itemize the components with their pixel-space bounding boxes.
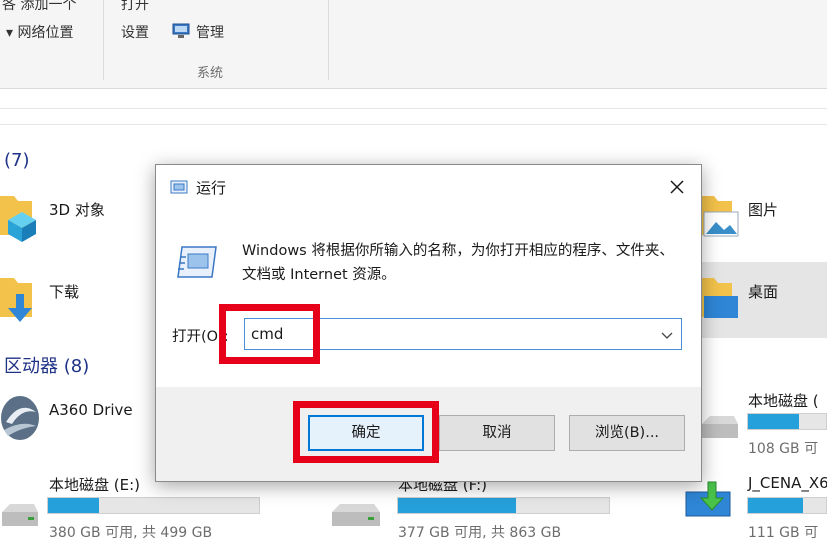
drive-c-info: 108 GB 可 xyxy=(748,441,819,457)
drive-f-usage-fill xyxy=(398,498,517,513)
drive-c-label[interactable]: 本地磁盘 ( xyxy=(748,390,819,411)
ribbon-manage[interactable]: 管理 xyxy=(196,22,224,42)
drive-f-info: 377 GB 可用, 共 863 GB xyxy=(398,525,562,541)
pictures-icon xyxy=(700,196,739,237)
3d-objects-icon xyxy=(0,196,36,242)
ribbon-network-location[interactable]: ▾ 网络位置 xyxy=(6,22,73,42)
folder-pictures[interactable]: 图片 xyxy=(748,199,778,220)
drive-f-usage-bar xyxy=(397,497,610,514)
drive-e-label[interactable]: 本地磁盘 (E:) xyxy=(49,474,140,495)
a360-drive-icon xyxy=(1,396,39,440)
section-folders-count[interactable]: (7) xyxy=(4,150,30,171)
dialog-title: 运行 xyxy=(196,179,227,197)
desktop-icon xyxy=(700,278,738,318)
browse-button[interactable]: 浏览(B)... xyxy=(569,415,685,451)
folder-downloads[interactable]: 下载 xyxy=(49,281,79,302)
drive-c-usage-bar xyxy=(747,413,827,430)
drive-e-usage-bar xyxy=(47,497,260,514)
dialog-description: Windows 将根据你所输入的名称，为你打开相应的程序、文件夹、文档或 Int… xyxy=(242,243,674,283)
drive-jcena-usage-fill xyxy=(748,498,803,513)
ribbon-add-network-cut[interactable]: 各 添加一个 xyxy=(2,0,76,14)
drive-jcena-label[interactable]: J_CENA_X6 xyxy=(748,474,827,492)
local-disk-icon xyxy=(702,416,738,438)
drive-c-usage-fill xyxy=(748,414,799,429)
cancel-button[interactable]: 取消 xyxy=(439,415,555,451)
local-disk-e-icon xyxy=(2,504,38,526)
ribbon-open-cut[interactable]: 打开 xyxy=(121,0,149,14)
computer-manage-icon xyxy=(172,23,190,38)
downloads-icon xyxy=(0,278,32,322)
ribbon-settings[interactable]: 设置 xyxy=(121,22,149,42)
folder-3d-objects[interactable]: 3D 对象 xyxy=(49,199,105,220)
chevron-down-icon[interactable] xyxy=(661,329,673,341)
drive-jcena-usage-bar xyxy=(747,497,827,514)
drive-a360[interactable]: A360 Drive xyxy=(49,401,133,419)
highlight-box-input xyxy=(219,304,320,364)
run-large-icon xyxy=(177,246,217,278)
drive-jcena-info: 111 GB 可 xyxy=(748,525,819,541)
highlight-box-ok xyxy=(293,401,439,463)
ribbon-separator xyxy=(328,0,329,80)
divider xyxy=(0,124,827,125)
run-app-icon xyxy=(170,180,188,194)
close-icon[interactable] xyxy=(661,171,693,203)
local-disk-f-icon xyxy=(332,504,380,526)
section-drives-count[interactable]: 区动器 (8) xyxy=(4,352,89,378)
ribbon-separator xyxy=(103,0,104,80)
drive-e-usage-fill xyxy=(48,498,99,513)
drive-e-info: 380 GB 可用, 共 499 GB xyxy=(49,525,213,541)
ribbon-group-system: 系统 xyxy=(197,66,224,81)
removable-drive-icon xyxy=(685,481,731,517)
ribbon: 各 添加一个 ▾ 网络位置 打开 设置 管理 系统 xyxy=(0,0,827,89)
divider xyxy=(0,108,827,109)
folder-desktop[interactable]: 桌面 xyxy=(748,281,778,302)
